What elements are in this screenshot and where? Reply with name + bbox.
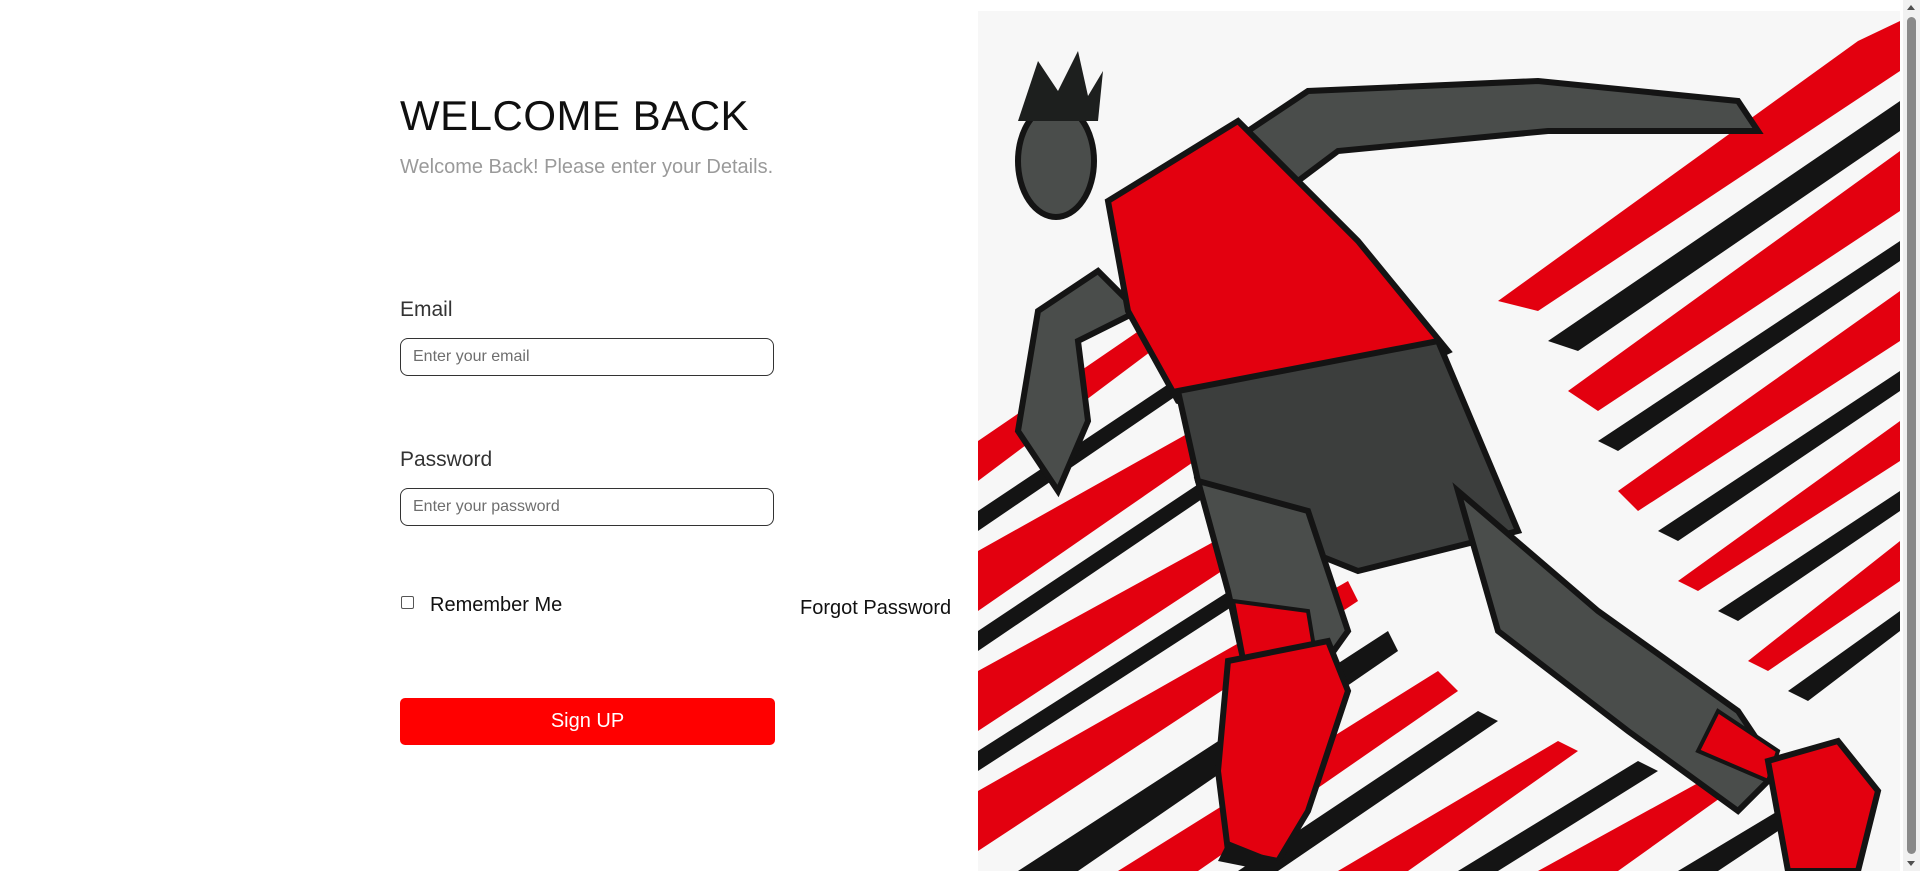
login-page: WELCOME BACK Welcome Back! Please enter … xyxy=(0,0,1920,871)
vertical-scrollbar[interactable] xyxy=(1903,0,1920,871)
email-label: Email xyxy=(400,298,453,321)
remember-me-row[interactable]: Remember Me xyxy=(400,594,562,617)
page-title: WELCOME BACK xyxy=(400,92,750,139)
remember-me-checkbox[interactable] xyxy=(401,596,414,609)
scroll-up-arrow-icon[interactable] xyxy=(1907,5,1915,10)
remember-me-label: Remember Me xyxy=(430,594,563,616)
sign-up-button[interactable]: Sign UP xyxy=(400,698,775,745)
page-subtitle: Welcome Back! Please enter your Details. xyxy=(400,156,774,178)
hero-image xyxy=(978,11,1900,871)
sprinter-illustration xyxy=(978,11,1900,871)
password-field[interactable] xyxy=(400,488,774,526)
email-field[interactable] xyxy=(400,338,774,376)
login-form: WELCOME BACK Welcome Back! Please enter … xyxy=(400,92,960,745)
password-label: Password xyxy=(400,448,493,471)
scroll-down-arrow-icon[interactable] xyxy=(1907,861,1915,866)
scrollbar-thumb[interactable] xyxy=(1907,17,1916,854)
forgot-password-link[interactable]: Forgot Password xyxy=(800,597,951,620)
